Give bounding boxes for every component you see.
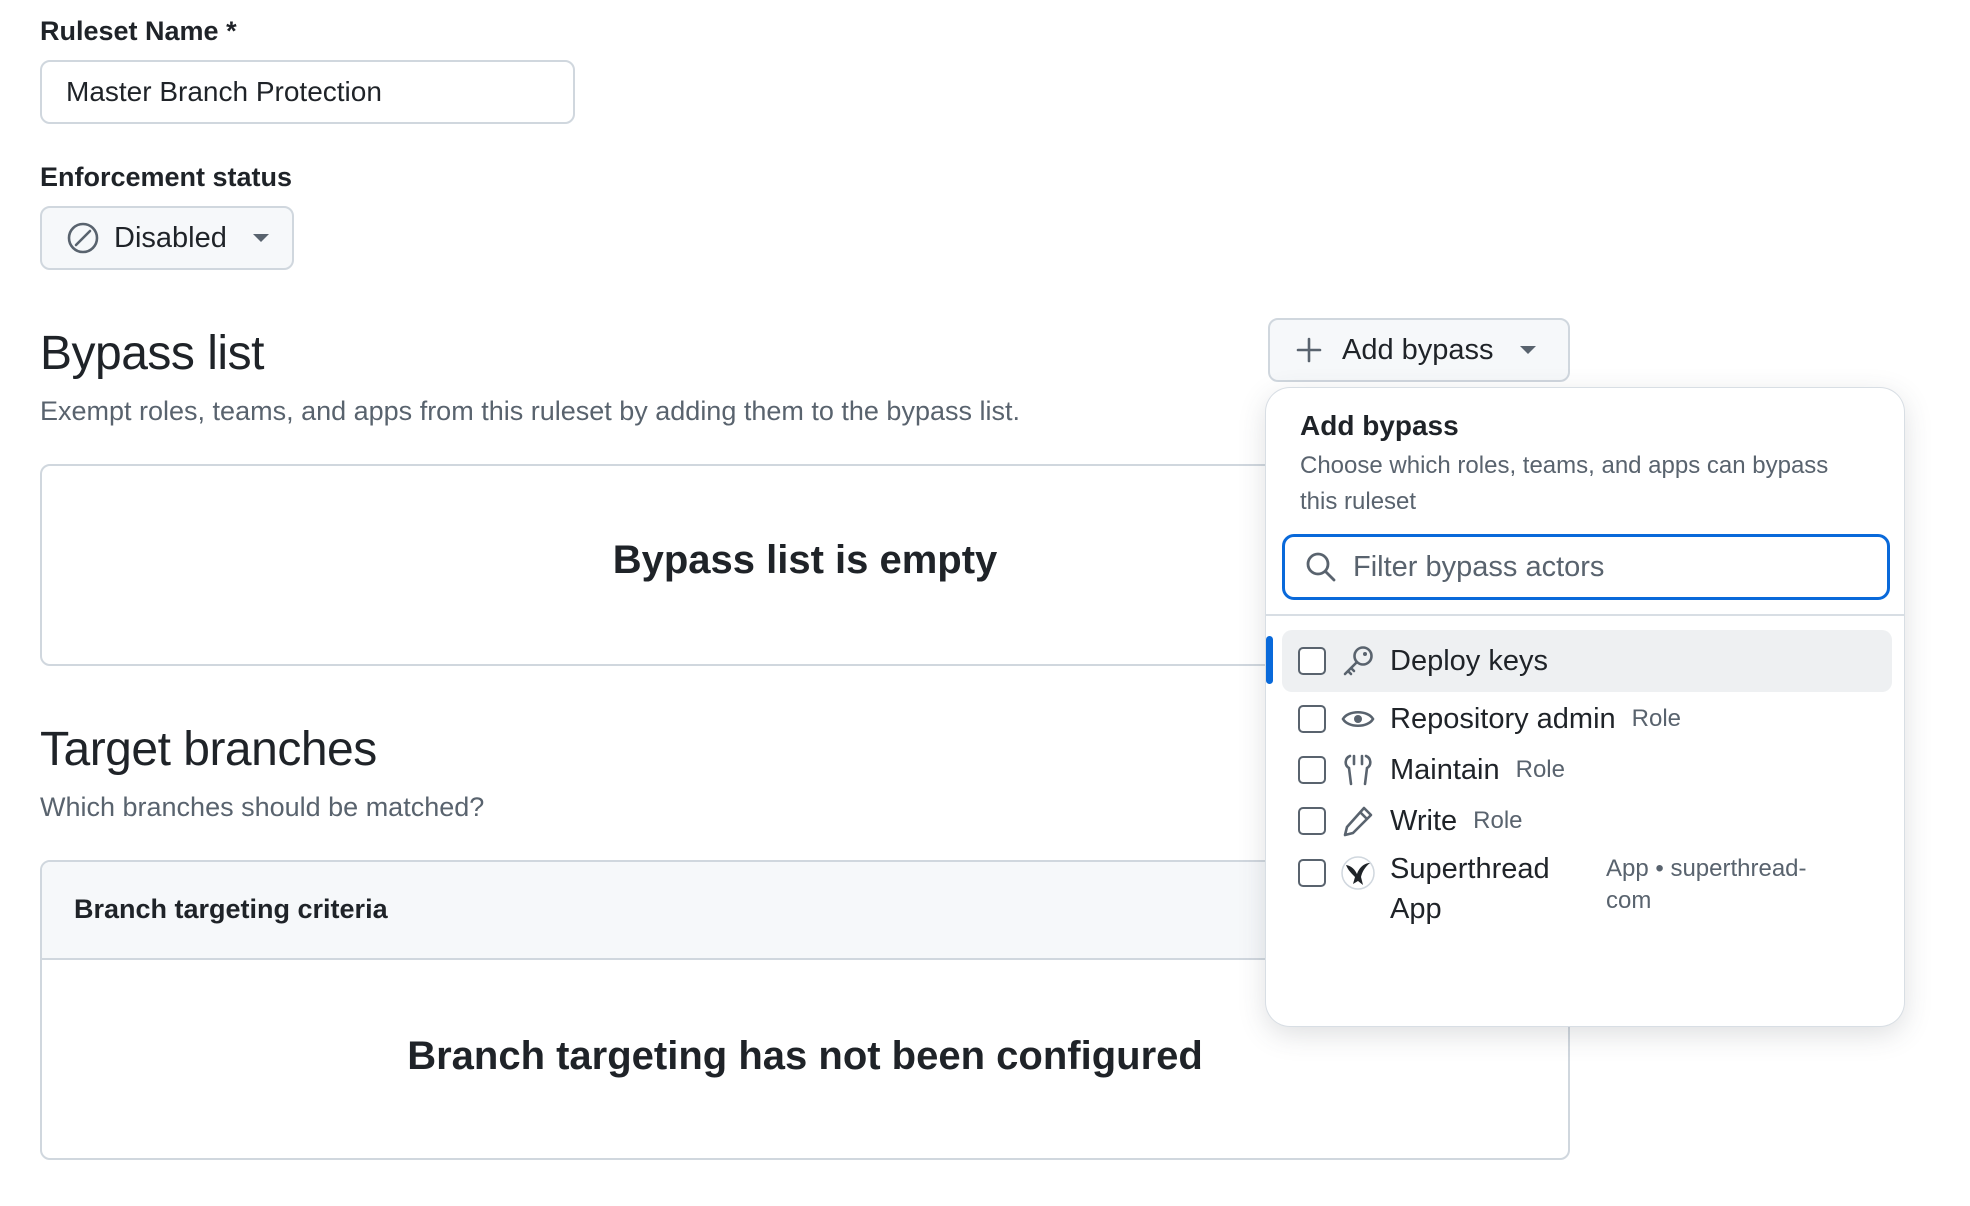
superthread-app-icon: [1340, 855, 1376, 891]
bypass-actor-tag: App • superthread-com: [1606, 855, 1807, 914]
popover-title: Add bypass: [1300, 410, 1459, 441]
checkbox[interactable]: [1298, 807, 1326, 835]
target-branches-description: Which branches should be matched?: [40, 792, 485, 822]
branch-targeting-empty-text: Branch targeting has not been configured: [407, 1034, 1203, 1078]
bypass-list-heading: Bypass list: [40, 327, 264, 380]
checkbox[interactable]: [1298, 647, 1326, 675]
chevron-down-icon: [1519, 346, 1536, 354]
bypass-actor-repository-admin[interactable]: Repository admin Role: [1282, 694, 1892, 744]
bypass-actor-label: Write: [1390, 804, 1458, 837]
plus-icon: [1296, 337, 1322, 363]
eye-icon: [1340, 701, 1376, 737]
add-bypass-popover: Add bypass Choose which roles, teams, an…: [1266, 388, 1904, 1026]
branch-targeting-criteria-label: Branch targeting criteria: [74, 894, 388, 924]
bypass-list-description: Exempt roles, teams, and apps from this …: [40, 396, 1020, 426]
ruleset-name-value: Master Branch Protection: [66, 76, 382, 107]
filter-placeholder: Filter bypass actors: [1353, 550, 1605, 583]
enforcement-status-label: Enforcement status: [40, 162, 293, 192]
ruleset-name-label: Ruleset Name *: [40, 16, 237, 46]
search-icon: [1305, 551, 1337, 583]
popover-description: Choose which roles, teams, and apps can …: [1300, 452, 1829, 515]
checkbox[interactable]: [1298, 859, 1326, 887]
bypass-actor-superthread-app[interactable]: Superthread App App • superthread-com: [1282, 848, 1892, 932]
active-item-indicator: [1266, 636, 1273, 684]
bypass-actor-tag: Role: [1515, 756, 1565, 783]
bypass-actor-label: Maintain: [1390, 753, 1500, 786]
enforcement-status-value: Disabled: [114, 221, 227, 254]
bypass-actor-maintain[interactable]: Maintain Role: [1282, 745, 1892, 795]
bypass-actor-write[interactable]: Write Role: [1282, 796, 1892, 846]
bypass-actor-label: Superthread App: [1390, 853, 1550, 925]
bypass-actor-deploy-keys[interactable]: Deploy keys: [1282, 630, 1892, 692]
tools-icon: [1340, 752, 1376, 788]
bypass-actor-tag: Role: [1631, 705, 1682, 732]
disabled-icon: [66, 221, 100, 255]
filter-bypass-actors-input[interactable]: Filter bypass actors: [1282, 534, 1890, 600]
bypass-actor-label: Deploy keys: [1390, 644, 1548, 677]
chevron-down-icon: [252, 234, 269, 242]
bypass-actor-label: Repository admin: [1390, 702, 1616, 735]
popover-divider: [1266, 614, 1904, 616]
add-bypass-button[interactable]: Add bypass: [1268, 318, 1570, 382]
target-branches-heading: Target branches: [40, 723, 377, 776]
bypass-actor-tag: Role: [1473, 807, 1523, 834]
ruleset-name-input[interactable]: Master Branch Protection: [40, 60, 575, 124]
key-icon: [1340, 643, 1376, 679]
checkbox[interactable]: [1298, 705, 1326, 733]
checkbox[interactable]: [1298, 756, 1326, 784]
add-bypass-button-label: Add bypass: [1342, 333, 1494, 366]
pencil-icon: [1340, 803, 1376, 839]
enforcement-status-dropdown[interactable]: Disabled: [40, 206, 294, 270]
